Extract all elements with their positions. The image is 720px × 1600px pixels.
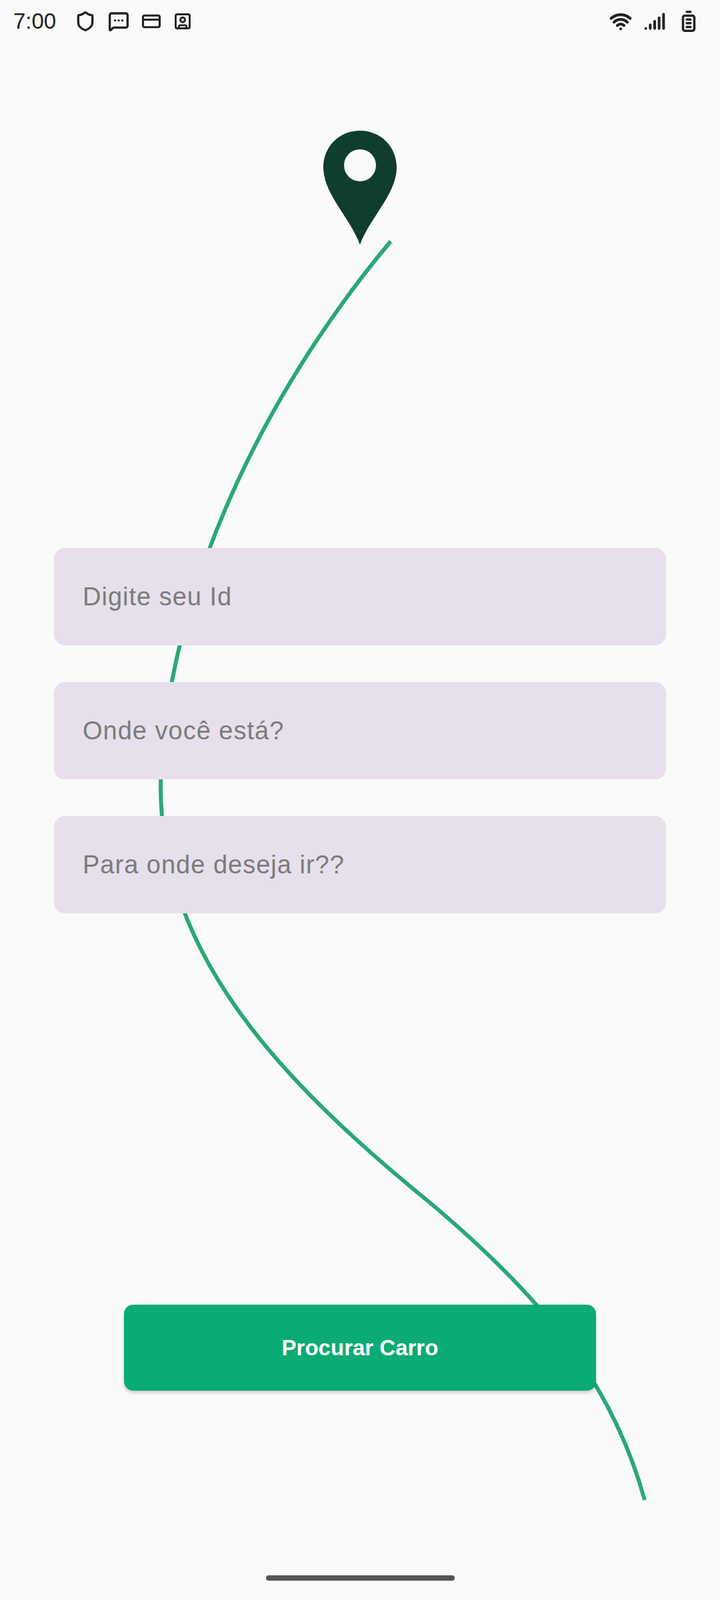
text-field[interactable]: [54, 682, 666, 780]
nav-handle[interactable]: [266, 1575, 455, 1581]
status-time: 7:00: [13, 8, 56, 34]
shield-icon: [74, 10, 96, 32]
sd-card-icon: [141, 11, 162, 32]
search-car-button[interactable]: Procurar Carro: [124, 1304, 596, 1391]
battery-icon: [677, 10, 700, 33]
text-field[interactable]: [54, 548, 666, 646]
screen: 7:00 Procurar Carro: [0, 0, 720, 1600]
wifi-icon: [609, 10, 632, 33]
signal-icon: [644, 10, 666, 32]
message-icon: [108, 10, 130, 32]
notification-icon: [173, 12, 192, 31]
status-bar: 7:00: [0, 0, 720, 42]
form: [54, 548, 666, 914]
map-pin-icon: [323, 130, 397, 245]
text-field[interactable]: [54, 816, 666, 914]
